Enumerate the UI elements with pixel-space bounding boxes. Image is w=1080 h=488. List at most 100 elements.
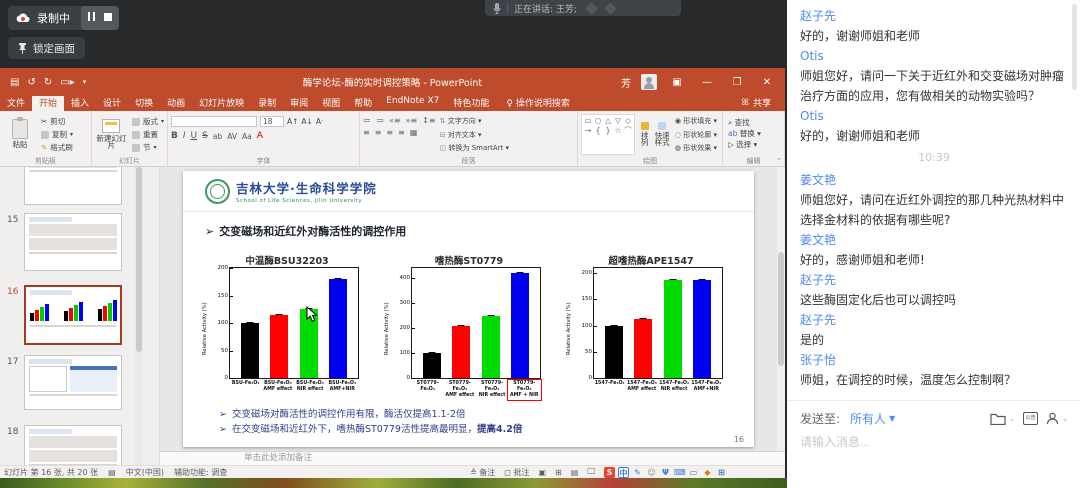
section-button[interactable]: 节▾ xyxy=(132,142,164,153)
text-direction-button[interactable]: ⇅ 文字方向 ▾ xyxy=(440,116,509,126)
chat-scrollbar[interactable] xyxy=(1072,4,1077,90)
comments-toggle[interactable]: ◻ 批注 xyxy=(504,467,529,478)
stop-recording-button[interactable] xyxy=(104,13,112,24)
tab-切换[interactable]: 切换 xyxy=(128,94,160,111)
tray-window-icon[interactable]: ▭ xyxy=(688,467,699,478)
thumbnail-slide-18[interactable] xyxy=(24,425,122,465)
slide-thumbnails-panel[interactable]: 15161718 xyxy=(0,167,160,465)
columns-icon[interactable]: ▦ xyxy=(410,128,418,137)
reading-view-button[interactable]: ▤ xyxy=(571,468,579,477)
security-shield-icon[interactable]: ◆ xyxy=(702,467,713,478)
tab-视图[interactable]: 视图 xyxy=(315,94,347,111)
restore-button[interactable]: ❐ xyxy=(727,77,747,88)
layout-button[interactable]: 版式▾ xyxy=(132,116,164,127)
copy-button[interactable]: 复制▾ xyxy=(41,129,73,140)
keyboard-icon[interactable]: ⌨ xyxy=(674,467,685,478)
shape-fill-button[interactable]: ◉ 形状填充 ▾ xyxy=(675,116,717,126)
pause-recording-button[interactable] xyxy=(88,12,95,24)
share-button[interactable]: ꕤ共享 xyxy=(727,96,785,111)
chat-messages[interactable]: 赵子先好的，谢谢师姐和老师Otis师姐您好，请问一下关于近红外和交变磁场对肿瘤治… xyxy=(787,0,1080,400)
slide-canvas[interactable]: 吉林大学·生命科学学院 School of Life Sciences, Jil… xyxy=(183,171,754,447)
tab-审阅[interactable]: 审阅 xyxy=(283,94,315,111)
format-painter-button[interactable]: ✎格式刷 xyxy=(41,142,73,153)
indent-more-icon[interactable]: »≡ xyxy=(406,116,418,125)
normal-view-button[interactable]: ▣ xyxy=(538,468,546,477)
line-spacing-icon[interactable]: ↕≡ xyxy=(422,116,435,125)
folder-icon[interactable] xyxy=(990,412,1006,425)
thumbnail-slide-17[interactable] xyxy=(24,355,122,410)
tell-me-search[interactable]: ♀ 操作说明搜索 xyxy=(506,96,569,111)
ribbon-display-options-icon[interactable]: ▣ xyxy=(667,77,687,88)
align-text-button[interactable]: ⊟ 对齐文本 ▾ xyxy=(440,130,509,140)
font-size-combobox[interactable]: 18 xyxy=(260,116,284,127)
tab-设计[interactable]: 设计 xyxy=(96,94,128,111)
save-icon[interactable]: ▤ xyxy=(10,77,19,88)
arrange-button[interactable]: 排列 xyxy=(638,114,651,154)
slideshow-view-button[interactable]: 🖵 xyxy=(587,467,595,477)
tab-插入[interactable]: 插入 xyxy=(64,94,96,111)
ink-pen-icon[interactable]: ✎ xyxy=(632,467,643,478)
tab-开始[interactable]: 开始 xyxy=(32,94,64,111)
bold-button[interactable]: B xyxy=(171,131,178,141)
undo-icon[interactable]: ↺ xyxy=(27,77,35,88)
align-center-icon[interactable]: ≡ xyxy=(375,128,382,137)
lock-screen-button[interactable]: 锁定画面 xyxy=(8,37,85,59)
new-slide-button[interactable]: 新建幻灯片 xyxy=(95,114,128,154)
paste-button[interactable]: 粘贴 xyxy=(3,114,37,154)
replace-button[interactable]: ab 替换 ▾ xyxy=(728,128,779,139)
member-icon[interactable] xyxy=(1046,412,1059,425)
bullets-icon[interactable]: ≔ xyxy=(363,116,371,125)
align-left-icon[interactable]: ≡ xyxy=(363,128,370,137)
shrink-font-icon[interactable]: A↓ xyxy=(301,117,312,126)
smartart-button[interactable]: ◫ 转换为 SmartArt ▾ xyxy=(440,143,509,153)
avatar[interactable] xyxy=(641,74,657,90)
tab-幻灯片放映[interactable]: 幻灯片放映 xyxy=(192,94,251,111)
italic-button[interactable]: I xyxy=(183,131,186,141)
numbering-icon[interactable]: ≕ xyxy=(376,116,384,125)
redo-icon[interactable]: ↻ xyxy=(44,77,52,88)
slide-scrollbar[interactable] xyxy=(777,167,785,451)
emoji-icon[interactable]: ☺ xyxy=(646,467,657,478)
change-case-button[interactable]: Aa xyxy=(242,132,252,141)
accessibility-status[interactable]: 辅助功能: 调查 xyxy=(174,467,227,478)
display-grid-icon[interactable]: ⊞ xyxy=(716,467,727,478)
align-right-icon[interactable]: ≡ xyxy=(386,128,393,137)
tab-帮助[interactable]: 帮助 xyxy=(347,94,379,111)
chat-input[interactable] xyxy=(800,435,1068,449)
tab-EndNote X7[interactable]: EndNote X7 xyxy=(379,94,446,111)
font-name-combobox[interactable] xyxy=(171,116,257,127)
find-button[interactable]: ⌕ 查找 xyxy=(728,117,779,128)
thumbnail-slide-16[interactable] xyxy=(24,285,122,345)
shape-outline-button[interactable]: ◌ 形状轮廓 ▾ xyxy=(675,130,717,140)
clear-formatting-icon[interactable]: A· xyxy=(316,117,324,126)
send-to-dropdown[interactable]: 所有人 xyxy=(850,410,886,427)
shape-gallery[interactable]: ▭○△▽◇ →{}☆⌒ xyxy=(581,114,635,155)
tab-文件[interactable]: 文件 xyxy=(0,94,32,111)
tab-动画[interactable]: 动画 xyxy=(160,94,192,111)
thumbnail-slide-partial[interactable] xyxy=(24,167,122,205)
language-status[interactable]: 中文(中国) xyxy=(126,467,164,478)
select-button[interactable]: ▷ 选择 ▾ xyxy=(728,139,779,150)
reset-button[interactable]: 重置 xyxy=(132,129,164,140)
tab-特色功能[interactable]: 特色功能 xyxy=(446,94,496,111)
notes-toggle[interactable]: ≜ 备注 xyxy=(470,467,495,478)
text-shadow-button[interactable]: ab xyxy=(213,132,222,141)
collapse-ribbon-icon[interactable]: ⌃ xyxy=(776,157,782,165)
slide-sorter-view-button[interactable]: ⊞ xyxy=(555,468,562,477)
close-button[interactable]: ✕ xyxy=(757,77,777,88)
thumbnail-slide-15[interactable] xyxy=(24,213,122,271)
voice-input-icon[interactable]: Ψ xyxy=(660,467,671,478)
indent-less-icon[interactable]: «≡ xyxy=(389,116,401,125)
sogou-icon[interactable]: S xyxy=(604,467,615,478)
customize-qat-icon[interactable]: ▾ xyxy=(83,78,87,86)
quick-styles-button[interactable]: 快速样式 xyxy=(654,114,670,154)
underline-button[interactable]: U xyxy=(191,131,198,141)
thumbnail-scrollbar[interactable] xyxy=(135,167,143,465)
font-color-button[interactable]: A xyxy=(257,131,263,141)
minimize-button[interactable]: — xyxy=(697,77,717,88)
spellcheck-icon[interactable]: ▤ xyxy=(108,468,116,477)
start-slideshow-icon[interactable]: ▭▸ xyxy=(60,77,74,88)
chinese-input-icon[interactable]: 中 xyxy=(618,467,629,478)
cut-button[interactable]: ✂剪切 xyxy=(41,116,73,127)
justify-icon[interactable]: ≡ xyxy=(398,128,405,137)
